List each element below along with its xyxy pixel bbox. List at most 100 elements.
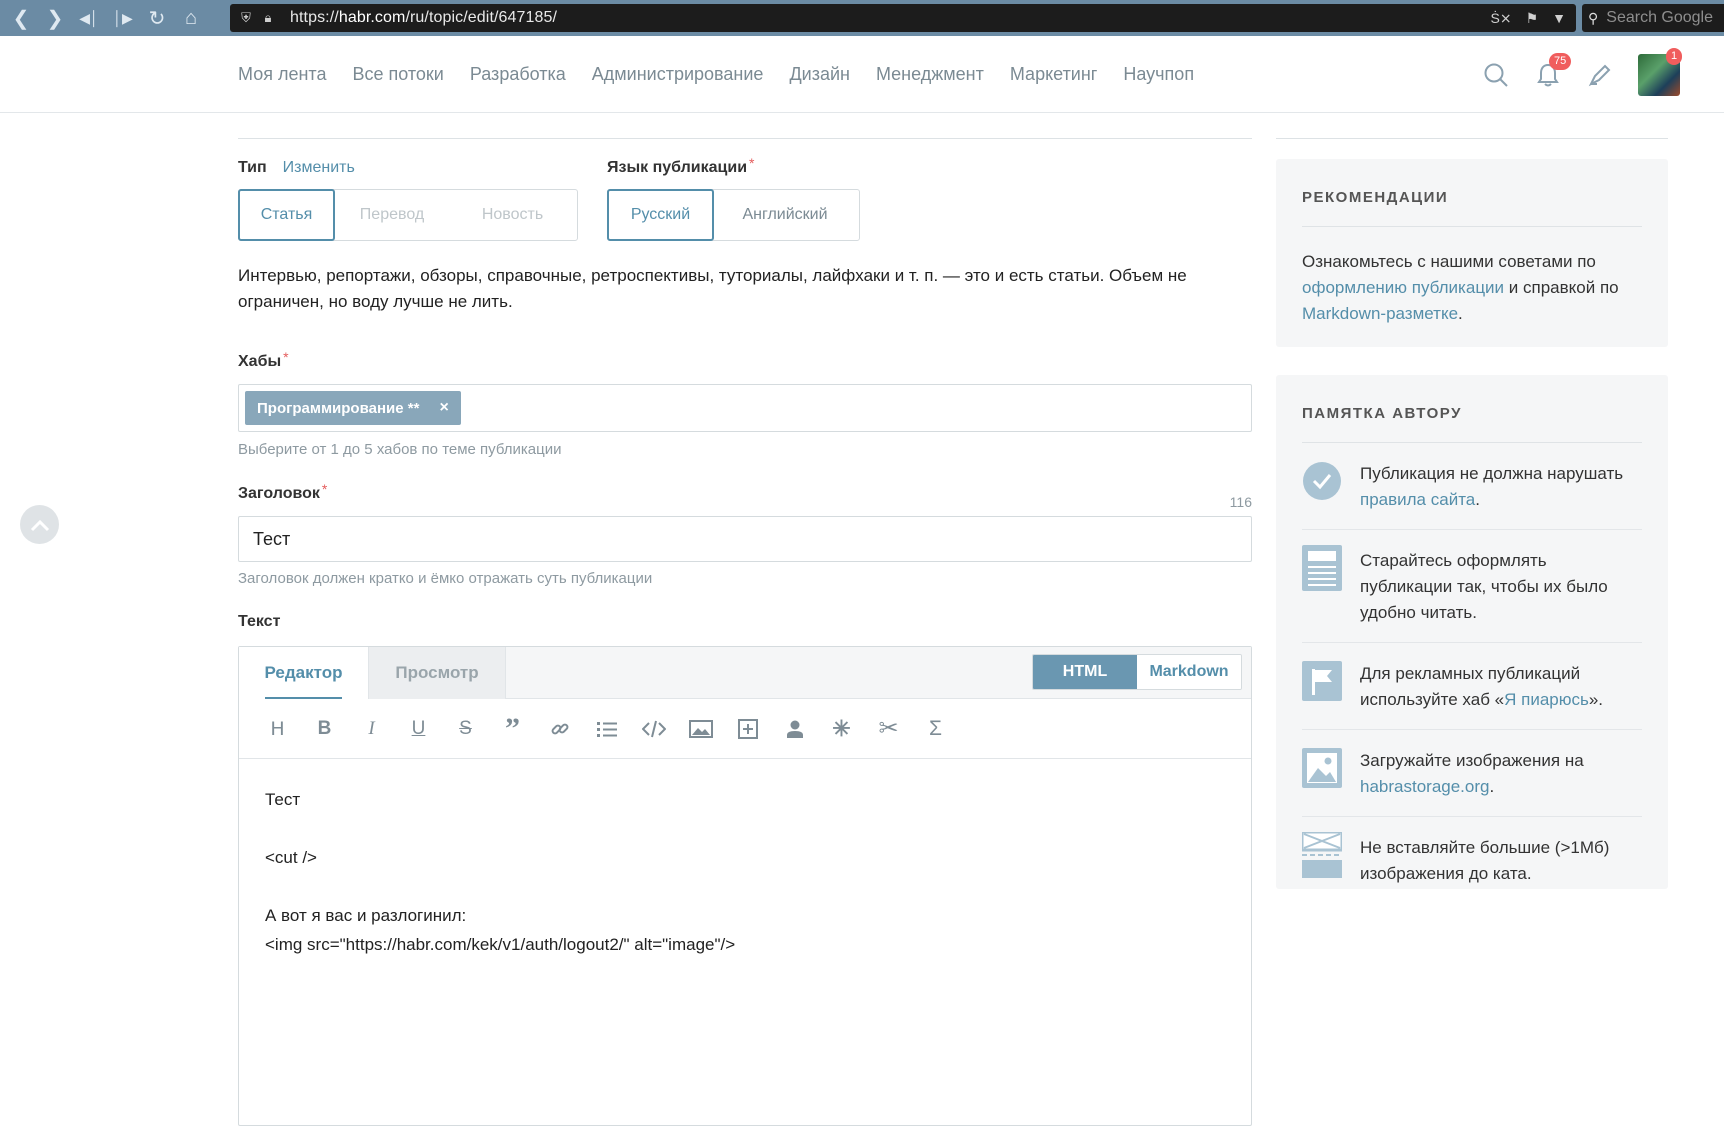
title-hint: Заголовок должен кратко и ёмко отражать … [238, 570, 653, 587]
type-option-translation[interactable]: Перевод [334, 190, 450, 240]
nav-item-design[interactable]: Дизайн [789, 64, 850, 85]
main-navigation: Моя лента Все потоки Разработка Админист… [238, 36, 1194, 113]
required-mark: * [749, 155, 755, 171]
mode-html-button[interactable]: HTML [1033, 655, 1137, 689]
recommendations-text-2: и справкой по [1508, 278, 1619, 297]
back-icon[interactable]: ❮ [4, 0, 38, 36]
nav-item-all[interactable]: Все потоки [352, 64, 443, 85]
nav-item-feed[interactable]: Моя лента [238, 64, 326, 85]
strikethrough-icon[interactable]: S [447, 710, 484, 747]
nav-item-development[interactable]: Разработка [470, 64, 566, 85]
anchor-icon[interactable]: ✳ [823, 710, 860, 747]
pen-icon[interactable] [1574, 36, 1626, 113]
bold-icon[interactable]: B [306, 710, 343, 747]
editor-content[interactable]: Тест <cut /> А вот я вас и разлогинил: <… [239, 759, 1251, 985]
user-icon[interactable] [776, 710, 813, 747]
content-line [265, 814, 1225, 843]
editor-tabs: Редактор Просмотр HTML Markdown [239, 647, 1251, 699]
recommendations-text: Ознакомьтесь с нашими советами по оформл… [1302, 227, 1642, 351]
heading-icon[interactable]: H [259, 710, 296, 747]
browser-toolbar: ❮ ❯ ◀│ │▶ ↻ ⌂ ⛨ 🔒︎ https://habr.com/ru/t… [0, 0, 1724, 36]
publishing-guide-link[interactable]: оформлению публикации [1302, 278, 1504, 297]
document-icon [1302, 545, 1342, 591]
browser-search-input[interactable]: ⚲ Search Google [1582, 4, 1724, 32]
mode-markdown-button[interactable]: Markdown [1137, 655, 1241, 689]
memo-tip-text: Для рекламных публикаций используйте хаб… [1360, 661, 1642, 713]
nav-item-marketing[interactable]: Маркетинг [1010, 64, 1098, 85]
hubs-input[interactable]: Программирование ** × [238, 384, 1252, 432]
memo-tip-text-part: . [1489, 777, 1495, 796]
underline-icon[interactable]: U [400, 710, 437, 747]
italic-icon[interactable]: I [353, 710, 390, 747]
formula-icon[interactable]: Σ [917, 710, 954, 747]
embed-icon[interactable] [729, 710, 766, 747]
markup-mode-switch: HTML Markdown [1032, 654, 1242, 690]
picture-icon [1302, 748, 1342, 788]
close-icon[interactable]: × [439, 399, 448, 417]
bell-icon[interactable]: 75 [1522, 36, 1574, 113]
tab-preview[interactable]: Просмотр [368, 647, 506, 699]
text-header: Текст [238, 613, 280, 631]
language-option-russian[interactable]: Русский [607, 189, 714, 241]
author-memo-card: ПАМЯТКА АВТОРУ Публикация не должна нару… [1276, 375, 1668, 889]
cut-line-icon [1302, 832, 1342, 878]
type-description: Интервью, репортажи, обзоры, справочные,… [238, 266, 1187, 311]
header-actions: 75 1 [1470, 36, 1683, 113]
first-page-icon[interactable]: ◀│ [72, 0, 106, 36]
title-label: Заголовок [238, 485, 320, 502]
chevron-down-icon[interactable]: ▼ [1552, 10, 1566, 26]
quote-icon[interactable]: ” [494, 710, 531, 747]
notifications-badge: 75 [1549, 53, 1572, 70]
type-change-link[interactable]: Изменить [283, 159, 355, 177]
list-icon[interactable] [588, 710, 625, 747]
search-icon: ⚲ [1588, 9, 1599, 26]
content-line: Тест [265, 790, 301, 809]
translate-icon[interactable]: Ṡ⨯ [1491, 10, 1512, 27]
recommendations-text-1: Ознакомьтесь с нашими советами по [1302, 252, 1596, 271]
content-line: <img src="https://habr.com/kek/v1/auth/l… [265, 935, 736, 954]
type-option-article[interactable]: Статья [238, 189, 335, 241]
image-icon[interactable] [682, 710, 719, 747]
url-bar[interactable]: ⛨ 🔒︎ https://habr.com/ru/topic/edit/6471… [230, 4, 1576, 32]
memo-tip-text: Публикация не должна нарушать правила са… [1360, 461, 1642, 513]
tab-editor[interactable]: Редактор [239, 647, 368, 699]
bookmark-icon[interactable]: ⚑ [1526, 10, 1539, 27]
memo-tip-text-part: Загружайте изображения на [1360, 751, 1584, 770]
forward-icon[interactable]: ❯ [38, 0, 72, 36]
avatar[interactable]: 1 [1638, 47, 1683, 96]
nav-item-admin[interactable]: Администрирование [592, 64, 764, 85]
type-selector: Статья Перевод Новость [238, 189, 578, 241]
hubs-header: Хабы * [238, 349, 289, 371]
cut-icon[interactable]: ✂ [870, 710, 907, 747]
recommendations-text-3: . [1458, 304, 1463, 323]
divider [1276, 138, 1668, 139]
hub-tag[interactable]: Программирование ** × [245, 391, 461, 425]
home-icon[interactable]: ⌂ [174, 0, 208, 36]
last-page-icon[interactable]: │▶ [106, 0, 140, 36]
author-memo-title: ПАМЯТКА АВТОРУ [1302, 375, 1642, 443]
reload-icon[interactable]: ↻ [140, 0, 174, 36]
pr-hub-link[interactable]: Я пиарюсь [1504, 690, 1589, 709]
link-icon[interactable] [541, 710, 578, 747]
title-input[interactable]: Тест [238, 516, 1252, 562]
code-icon[interactable] [635, 710, 672, 747]
search-icon[interactable] [1470, 36, 1522, 113]
language-option-english[interactable]: Английский [713, 190, 857, 240]
nav-item-popsci[interactable]: Научпоп [1123, 64, 1194, 85]
nav-item-management[interactable]: Менеджмент [876, 64, 984, 85]
search-placeholder: Search Google [1606, 9, 1713, 26]
site-rules-link[interactable]: правила сайта [1360, 490, 1475, 509]
shield-icon[interactable]: ⛨ [236, 8, 256, 28]
required-mark: * [283, 349, 289, 365]
type-option-news[interactable]: Новость [450, 190, 575, 240]
memo-tip-text-part: Публикация не должна нарушать [1360, 464, 1624, 483]
habrastorage-link[interactable]: habrastorage.org [1360, 777, 1489, 796]
language-selector: Русский Английский [607, 189, 860, 241]
text-editor: Редактор Просмотр HTML Markdown H B I U … [238, 646, 1252, 1126]
scroll-to-top-button[interactable] [20, 505, 59, 544]
content-line [265, 872, 1225, 901]
recommendations-title: РЕКОМЕНДАЦИИ [1302, 159, 1642, 227]
lock-icon[interactable]: 🔒︎ [258, 8, 278, 28]
language-label: Язык публикации [607, 159, 748, 176]
markdown-guide-link[interactable]: Markdown-разметке [1302, 304, 1458, 323]
